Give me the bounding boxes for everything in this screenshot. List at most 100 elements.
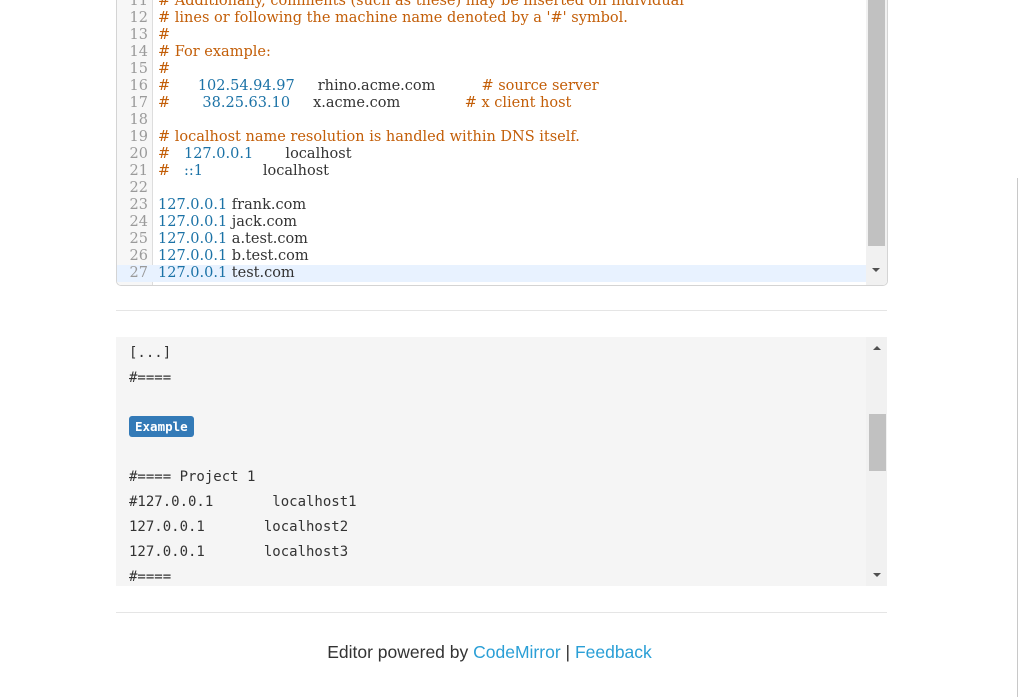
line-number: 14: [129, 44, 148, 60]
code-line[interactable]: 16 # 102.54.94.97 rhino.acme.com # source…: [117, 78, 866, 95]
line-number: 21: [129, 163, 148, 179]
line-number: 24: [129, 214, 148, 230]
line-code: # ::1 localhost: [158, 163, 329, 180]
scroll-down-arrow-icon[interactable]: [872, 268, 880, 272]
text-line: #====: [129, 569, 172, 585]
code-line[interactable]: 24 127.0.0.1 jack.com: [117, 214, 866, 231]
code-line[interactable]: 21 # ::1 localhost: [117, 163, 866, 180]
line-number: 25: [129, 231, 148, 247]
ip-token: 102.54.94.97: [197, 78, 295, 94]
code-line[interactable]: 14 # For example:: [117, 44, 866, 61]
scroll-down-arrow-icon[interactable]: [873, 573, 881, 577]
line-code: 127.0.0.1 jack.com: [158, 214, 297, 231]
comment-token: # For example:: [158, 44, 271, 60]
host-token: localhost: [202, 163, 330, 179]
scroll-up-arrow-icon[interactable]: [873, 346, 881, 350]
line-code: # Additionally, comments (such as these)…: [158, 0, 684, 10]
comment-token: #: [158, 95, 203, 111]
code-line[interactable]: 25 127.0.0.1 a.test.com: [117, 231, 866, 248]
divider: [116, 612, 887, 613]
ip-token: 127.0.0.1: [158, 197, 228, 213]
line-code: # 38.25.63.10 x.acme.com # x client host: [158, 95, 571, 112]
code-line[interactable]: 15 #: [117, 61, 866, 78]
line-code: #: [158, 27, 170, 44]
ip-token: ::1: [183, 163, 203, 179]
line-code: 127.0.0.1 a.test.com: [158, 231, 308, 248]
comment-token: # lines or following the machine name de…: [158, 10, 628, 26]
line-number: 26: [129, 248, 148, 264]
code-line[interactable]: 18: [117, 112, 866, 129]
line-number: 11: [129, 0, 148, 9]
code-line[interactable]: 20 # 127.0.0.1 localhost: [117, 146, 866, 163]
code-line[interactable]: 11 # Additionally, comments (such as thes…: [117, 0, 866, 10]
host-token: localhost: [253, 146, 352, 162]
footer: Editor powered by CodeMirror | Feedback: [0, 640, 979, 664]
comment-token: # localhost name resolution is handled w…: [158, 129, 580, 145]
example-editor[interactable]: [...] #==== Example #==== Project 1 #127…: [116, 337, 887, 586]
line-number: 23: [129, 197, 148, 213]
comment-token: #: [158, 61, 171, 77]
code-line[interactable]: 12 # lines or following the machine name …: [117, 10, 866, 27]
code-line[interactable]: 19 # localhost name resolution is handled…: [117, 129, 866, 146]
ip-token: 127.0.0.1: [183, 146, 254, 162]
line-code: # 102.54.94.97 rhino.acme.com # source s…: [158, 78, 599, 95]
comment-token: #: [158, 27, 171, 43]
ip-token: 127.0.0.1: [158, 265, 228, 281]
comment-token: #: [158, 163, 184, 179]
text-line: 127.0.0.1 localhost3: [129, 544, 349, 560]
feedback-link[interactable]: Feedback: [575, 642, 652, 662]
code-line[interactable]: 13 #: [117, 27, 866, 44]
host-token: rhino.acme.com: [294, 78, 482, 94]
host-token: test.com: [227, 265, 295, 281]
line-number: 22: [129, 180, 148, 196]
host-token: b.test.com: [227, 248, 309, 264]
ip-token: 127.0.0.1: [158, 214, 228, 230]
code-lines[interactable]: 11 # Additionally, comments (such as thes…: [117, 0, 866, 282]
ip-token: 127.0.0.1: [158, 248, 228, 264]
scrollbar-thumb[interactable]: [868, 0, 885, 246]
host-token: frank.com: [227, 197, 307, 213]
code-line[interactable]: 26 127.0.0.1 b.test.com: [117, 248, 866, 265]
example-badge: Example: [129, 416, 194, 437]
footer-prefix: Editor powered by: [327, 642, 474, 662]
code-line[interactable]: 27 127.0.0.1 test.com: [117, 265, 866, 282]
line-number: 15: [129, 61, 148, 77]
host-token: a.test.com: [227, 231, 308, 247]
code-line[interactable]: 17 # 38.25.63.10 x.acme.com # x client ho…: [117, 95, 866, 112]
text-line: #==== Project 1: [129, 469, 256, 485]
comment-token: #: [158, 146, 184, 162]
host-token: x.acme.com: [290, 95, 465, 111]
example-editor-scrollbar[interactable]: [866, 337, 887, 586]
codemirror-link[interactable]: CodeMirror: [473, 642, 561, 662]
comment-token: # x client host: [464, 95, 572, 111]
line-code: #: [158, 61, 170, 78]
comment-token: #: [158, 78, 198, 94]
line-code: 127.0.0.1 frank.com: [158, 197, 306, 214]
comment-token: # Additionally, comments (such as these)…: [158, 0, 684, 9]
ip-token: 38.25.63.10: [202, 95, 291, 111]
code-line[interactable]: 23 127.0.0.1 frank.com: [117, 197, 866, 214]
line-number: 18: [129, 112, 148, 128]
line-number: 13: [129, 27, 148, 43]
window-edge: [1017, 178, 1018, 697]
hosts-editor-scrollbar[interactable]: [866, 0, 887, 285]
ip-token: 127.0.0.1: [158, 231, 228, 247]
scrollbar-thumb[interactable]: [869, 414, 886, 471]
line-code: 127.0.0.1 test.com: [158, 265, 295, 282]
footer-divider: |: [560, 642, 575, 662]
text-line: [...]: [129, 345, 172, 361]
line-code: # 127.0.0.1 localhost: [158, 146, 352, 163]
text-line: 127.0.0.1 localhost2: [129, 519, 349, 535]
text-line: #====: [129, 370, 172, 386]
code-line[interactable]: 22: [117, 180, 866, 197]
line-number: 12: [129, 10, 148, 26]
divider: [116, 310, 887, 311]
line-code: # For example:: [158, 44, 271, 61]
line-code: 127.0.0.1 b.test.com: [158, 248, 309, 265]
text-line: #127.0.0.1 localhost1: [129, 494, 357, 510]
hosts-editor[interactable]: 11 # Additionally, comments (such as thes…: [116, 0, 888, 286]
line-number: 16: [129, 78, 148, 94]
line-number: 17: [129, 95, 148, 111]
line-number: 19: [129, 129, 148, 145]
line-code: # lines or following the machine name de…: [158, 10, 628, 27]
